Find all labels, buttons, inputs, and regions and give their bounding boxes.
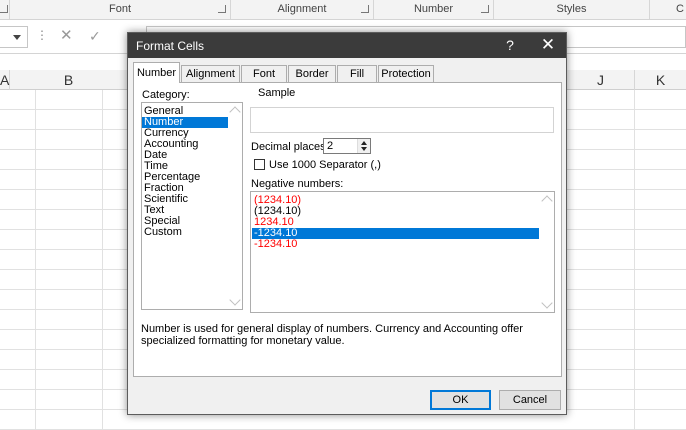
ribbon-group-clipboard: [0, 0, 10, 19]
grid-line: [35, 90, 36, 430]
grid-line: [102, 90, 103, 430]
close-icon[interactable]: ✕: [540, 36, 556, 53]
category-list[interactable]: General Number Currency Accounting Date …: [141, 102, 243, 310]
dialog-titlebar[interactable]: Format Cells ? ✕: [128, 33, 566, 58]
stepper-buttons[interactable]: [357, 139, 370, 153]
category-description: Number is used for general display of nu…: [141, 323, 523, 347]
tab-fill[interactable]: Fill: [337, 65, 377, 82]
tab-font[interactable]: Font: [241, 65, 287, 82]
ribbon-group-label: Alignment: [277, 3, 327, 15]
increment-icon[interactable]: [361, 141, 367, 145]
cancel-entry-icon[interactable]: ✕: [60, 28, 73, 44]
format-cells-dialog: Format Cells ? ✕ Number Alignment Font B…: [127, 32, 567, 415]
dialog-launcher-icon[interactable]: [218, 5, 226, 13]
ribbon-group-font: Font: [10, 0, 231, 19]
chevron-up-icon[interactable]: [541, 195, 553, 207]
list-item[interactable]: (1234.10): [252, 206, 539, 217]
ribbon-group-styles: Styles: [494, 0, 650, 19]
ribbon-group-label: Number: [413, 3, 454, 15]
sample-preview: [250, 107, 554, 133]
cancel-button[interactable]: Cancel: [499, 390, 561, 410]
ribbon-group-number: Number: [374, 0, 494, 19]
column-header-b[interactable]: B: [10, 70, 128, 90]
grid-line: [634, 90, 635, 430]
use-separator-checkbox[interactable]: [254, 159, 265, 170]
decimal-places-label: Decimal places:: [251, 141, 329, 153]
decrement-icon[interactable]: [361, 147, 367, 151]
negative-numbers-scrollbar[interactable]: [540, 192, 554, 312]
more-options-icon[interactable]: ⋮: [36, 28, 48, 42]
category-label: Category:: [142, 89, 190, 101]
chevron-down-icon[interactable]: [229, 294, 241, 306]
decimal-places-stepper[interactable]: 2: [323, 138, 371, 154]
ok-button[interactable]: OK: [430, 390, 491, 410]
dialog-title: Format Cells: [136, 39, 205, 53]
tab-alignment[interactable]: Alignment: [181, 65, 240, 82]
confirm-entry-icon[interactable]: ✓: [89, 28, 101, 44]
column-header-k[interactable]: K: [635, 70, 686, 90]
use-separator-label[interactable]: Use 1000 Separator (,): [269, 159, 381, 171]
column-header-a[interactable]: A: [0, 70, 10, 90]
ribbon-group-alignment: Alignment: [231, 0, 374, 19]
chevron-down-icon[interactable]: [13, 35, 21, 40]
dialog-launcher-icon[interactable]: [0, 5, 8, 13]
list-item[interactable]: -1234.10: [252, 239, 539, 250]
ribbon: Font Alignment Number Styles C: [0, 0, 686, 20]
number-tab-panel: Category: General Number Currency Accoun…: [133, 82, 562, 377]
name-box[interactable]: [0, 26, 28, 48]
category-scrollbar[interactable]: [228, 103, 242, 309]
ribbon-group-cells: C: [650, 0, 686, 19]
column-header-j[interactable]: J: [567, 70, 635, 90]
decimal-places-value[interactable]: 2: [327, 140, 333, 152]
sample-label: Sample: [255, 87, 299, 99]
chevron-up-icon[interactable]: [229, 106, 241, 118]
tab-protection[interactable]: Protection: [378, 65, 434, 82]
ribbon-group-label: Font: [108, 3, 131, 15]
help-icon[interactable]: ?: [503, 37, 517, 53]
tab-number[interactable]: Number: [133, 62, 180, 83]
dialog-launcher-icon[interactable]: [361, 5, 369, 13]
dialog-launcher-icon[interactable]: [481, 5, 489, 13]
negative-numbers-list[interactable]: (1234.10) (1234.10) 1234.10 -1234.10 -12…: [250, 191, 555, 313]
list-item[interactable]: Custom: [142, 227, 228, 238]
ribbon-group-label: Styles: [556, 3, 587, 15]
ribbon-group-label: C: [676, 3, 684, 15]
negative-numbers-label: Negative numbers:: [251, 178, 344, 190]
tab-border[interactable]: Border: [288, 65, 336, 82]
chevron-down-icon[interactable]: [541, 297, 553, 309]
